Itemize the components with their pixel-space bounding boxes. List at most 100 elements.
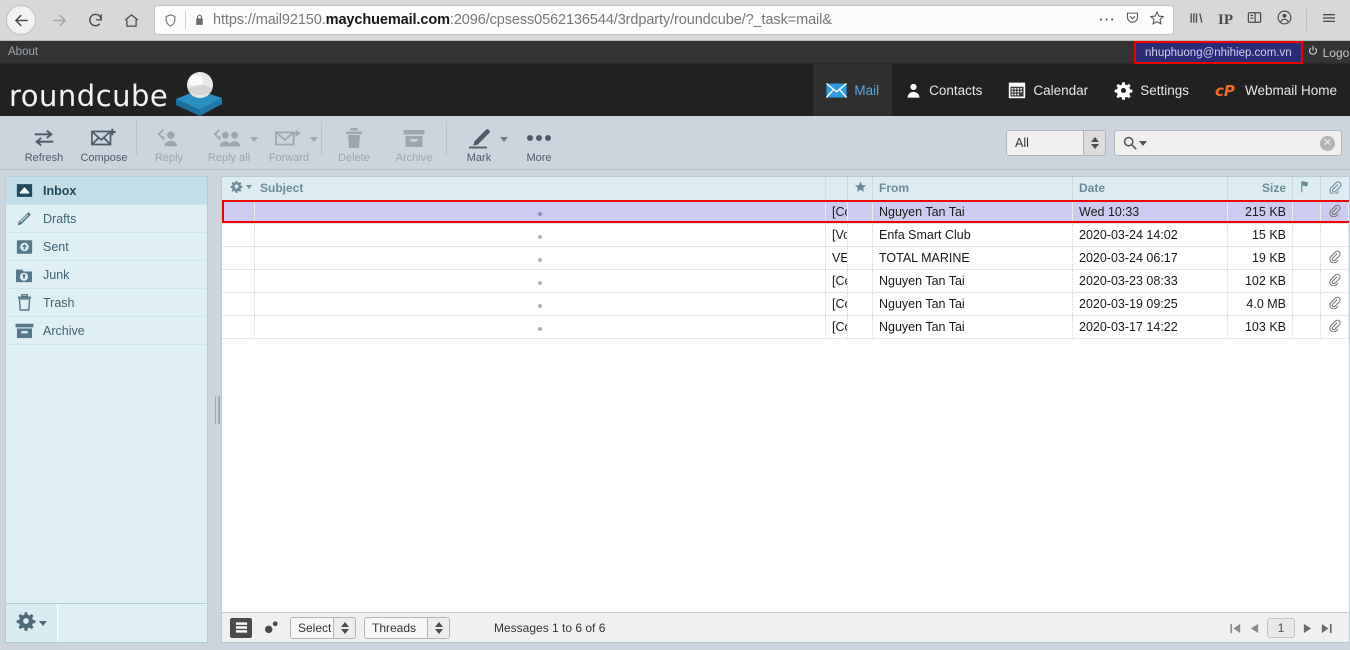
table-row[interactable]: [Congty] Thong bao quy dinh mua hang hoa… bbox=[222, 269, 1349, 293]
more-button[interactable]: More bbox=[509, 121, 569, 164]
row-status-dot[interactable] bbox=[254, 200, 826, 224]
account-icon[interactable] bbox=[1276, 9, 1293, 31]
row-subject[interactable]: VESSEL DELAY LETTER (Coronavirus Crisis … bbox=[825, 246, 848, 270]
column-size[interactable]: Size bbox=[1227, 177, 1293, 201]
row-flag[interactable] bbox=[1292, 223, 1321, 247]
select-spinner[interactable] bbox=[333, 617, 355, 638]
reply-button[interactable]: Reply bbox=[139, 121, 199, 164]
task-webmail-home[interactable]: cP Webmail Home bbox=[1202, 64, 1350, 116]
threads-dropdown[interactable]: Threads bbox=[364, 616, 450, 639]
sidebar-item-trash[interactable]: Trash bbox=[6, 289, 207, 317]
row-from[interactable]: TOTAL MARINE bbox=[872, 246, 1073, 270]
row-attachment[interactable] bbox=[1320, 315, 1349, 339]
row-from[interactable]: Nguyen Tan Tai bbox=[872, 269, 1073, 293]
row-status-dot[interactable] bbox=[254, 269, 826, 293]
star-icon[interactable] bbox=[1149, 10, 1165, 31]
column-flag[interactable] bbox=[1292, 177, 1321, 201]
table-row[interactable]: [Voucher 30k - Nhập ngay ENFALZDCRM] - D… bbox=[222, 223, 1349, 247]
row-star[interactable] bbox=[847, 292, 873, 316]
column-star[interactable] bbox=[847, 177, 873, 201]
search-icon[interactable] bbox=[1123, 136, 1147, 150]
row-date[interactable]: 2020-03-19 09:25 bbox=[1072, 292, 1228, 316]
row-from[interactable]: Enfa Smart Club bbox=[872, 223, 1073, 247]
search-clear-icon[interactable]: ✕ bbox=[1320, 135, 1335, 151]
sidebar-splitter[interactable] bbox=[213, 170, 221, 649]
search-scope-select[interactable]: All bbox=[1006, 130, 1106, 156]
chevron-down-icon[interactable] bbox=[310, 137, 318, 142]
table-row[interactable]: VESSEL DELAY LETTER (Coronavirus Crisis … bbox=[222, 246, 1349, 270]
task-mail[interactable]: Mail bbox=[813, 64, 893, 116]
chevron-down-icon[interactable] bbox=[39, 620, 47, 626]
sidebar-item-drafts[interactable]: Drafts bbox=[6, 205, 207, 233]
row-star[interactable] bbox=[847, 223, 873, 247]
logout-button[interactable]: Logou bbox=[1307, 45, 1350, 60]
row-status-dot[interactable] bbox=[254, 315, 826, 339]
row-from[interactable]: Nguyen Tan Tai bbox=[872, 292, 1073, 316]
ip-badge-icon[interactable]: IP bbox=[1218, 12, 1233, 29]
task-settings[interactable]: Settings bbox=[1101, 64, 1202, 116]
column-options-button[interactable] bbox=[222, 177, 254, 201]
sidebar-item-archive[interactable]: Archive bbox=[6, 317, 207, 345]
delete-button[interactable]: Delete bbox=[324, 121, 384, 164]
select-dropdown[interactable]: Select bbox=[290, 616, 356, 639]
row-attachment[interactable] bbox=[1320, 200, 1349, 224]
row-star[interactable] bbox=[847, 315, 873, 339]
compose-button[interactable]: Compose bbox=[74, 121, 134, 164]
last-page-button[interactable] bbox=[1320, 622, 1333, 635]
list-view-icon[interactable] bbox=[230, 617, 252, 638]
row-status-dot[interactable] bbox=[254, 292, 826, 316]
table-row[interactable]: [Congty] Thong bao phong chong dich benh… bbox=[222, 315, 1349, 339]
row-subject[interactable]: [Congty] Thong bao phong chong dich benh… bbox=[825, 315, 848, 339]
archive-button[interactable]: Archive bbox=[384, 121, 444, 164]
first-page-button[interactable] bbox=[1229, 622, 1242, 635]
column-subject[interactable]: Subject bbox=[254, 177, 826, 201]
row-date[interactable]: 2020-03-17 14:22 bbox=[1072, 315, 1228, 339]
column-from[interactable]: From bbox=[872, 177, 1073, 201]
row-subject[interactable]: [Congty] Thong bao quy dinh mua hang hoa bbox=[825, 269, 848, 293]
refresh-button[interactable]: Refresh bbox=[14, 121, 74, 164]
forward-button[interactable] bbox=[42, 3, 76, 37]
column-attachment[interactable] bbox=[1320, 177, 1349, 201]
sidebar-item-inbox[interactable]: Inbox bbox=[6, 177, 207, 205]
pocket-icon[interactable] bbox=[1125, 10, 1140, 30]
reply-all-button[interactable]: Reply all bbox=[199, 121, 259, 164]
table-row[interactable]: [Congty] Thong bao nghi phep nam 03.2020… bbox=[222, 292, 1349, 316]
row-from[interactable]: Nguyen Tan Tai bbox=[872, 200, 1073, 224]
about-link[interactable]: About bbox=[8, 46, 38, 58]
folder-settings-button[interactable] bbox=[6, 604, 58, 642]
row-date[interactable]: 2020-03-23 08:33 bbox=[1072, 269, 1228, 293]
row-date[interactable]: Wed 10:33 bbox=[1072, 200, 1228, 224]
task-calendar[interactable]: Calendar bbox=[995, 64, 1101, 116]
sidebar-toggle-icon[interactable] bbox=[1246, 10, 1263, 30]
reload-button[interactable] bbox=[78, 3, 112, 37]
row-flag[interactable] bbox=[1292, 269, 1321, 293]
row-subject[interactable]: [Congty] Thong bao nghi phep nam 03.2020 bbox=[825, 292, 848, 316]
next-page-button[interactable] bbox=[1302, 622, 1313, 635]
row-attachment[interactable] bbox=[1320, 246, 1349, 270]
row-flag[interactable] bbox=[1292, 292, 1321, 316]
prev-page-button[interactable] bbox=[1249, 622, 1260, 635]
search-input[interactable] bbox=[1150, 136, 1317, 150]
row-attachment[interactable] bbox=[1320, 269, 1349, 293]
threads-spinner[interactable] bbox=[427, 617, 449, 638]
task-contacts[interactable]: Contacts bbox=[892, 64, 995, 116]
row-status-dot[interactable] bbox=[254, 246, 826, 270]
row-flag[interactable] bbox=[1292, 200, 1321, 224]
row-flag[interactable] bbox=[1292, 315, 1321, 339]
row-attachment[interactable] bbox=[1320, 223, 1349, 247]
row-subject[interactable]: [Congty] Thong bao nghi phep nam & nghi … bbox=[825, 200, 848, 224]
hamburger-menu-icon[interactable] bbox=[1320, 10, 1338, 31]
row-subject[interactable]: [Voucher 30k - Nhập ngay ENFALZDCRM] - D… bbox=[825, 223, 848, 247]
sidebar-item-junk[interactable]: Junk bbox=[6, 261, 207, 289]
back-button[interactable] bbox=[6, 5, 36, 35]
search-box[interactable]: ✕ bbox=[1114, 130, 1342, 156]
chevron-down-icon[interactable] bbox=[250, 137, 258, 142]
chevron-down-icon[interactable] bbox=[246, 184, 252, 189]
row-star[interactable] bbox=[847, 200, 873, 224]
home-button[interactable] bbox=[114, 3, 148, 37]
library-icon[interactable] bbox=[1188, 10, 1205, 31]
sidebar-item-sent[interactable]: Sent bbox=[6, 233, 207, 261]
row-star[interactable] bbox=[847, 246, 873, 270]
row-flag[interactable] bbox=[1292, 246, 1321, 270]
forward-button-mail[interactable]: Forward bbox=[259, 121, 319, 164]
